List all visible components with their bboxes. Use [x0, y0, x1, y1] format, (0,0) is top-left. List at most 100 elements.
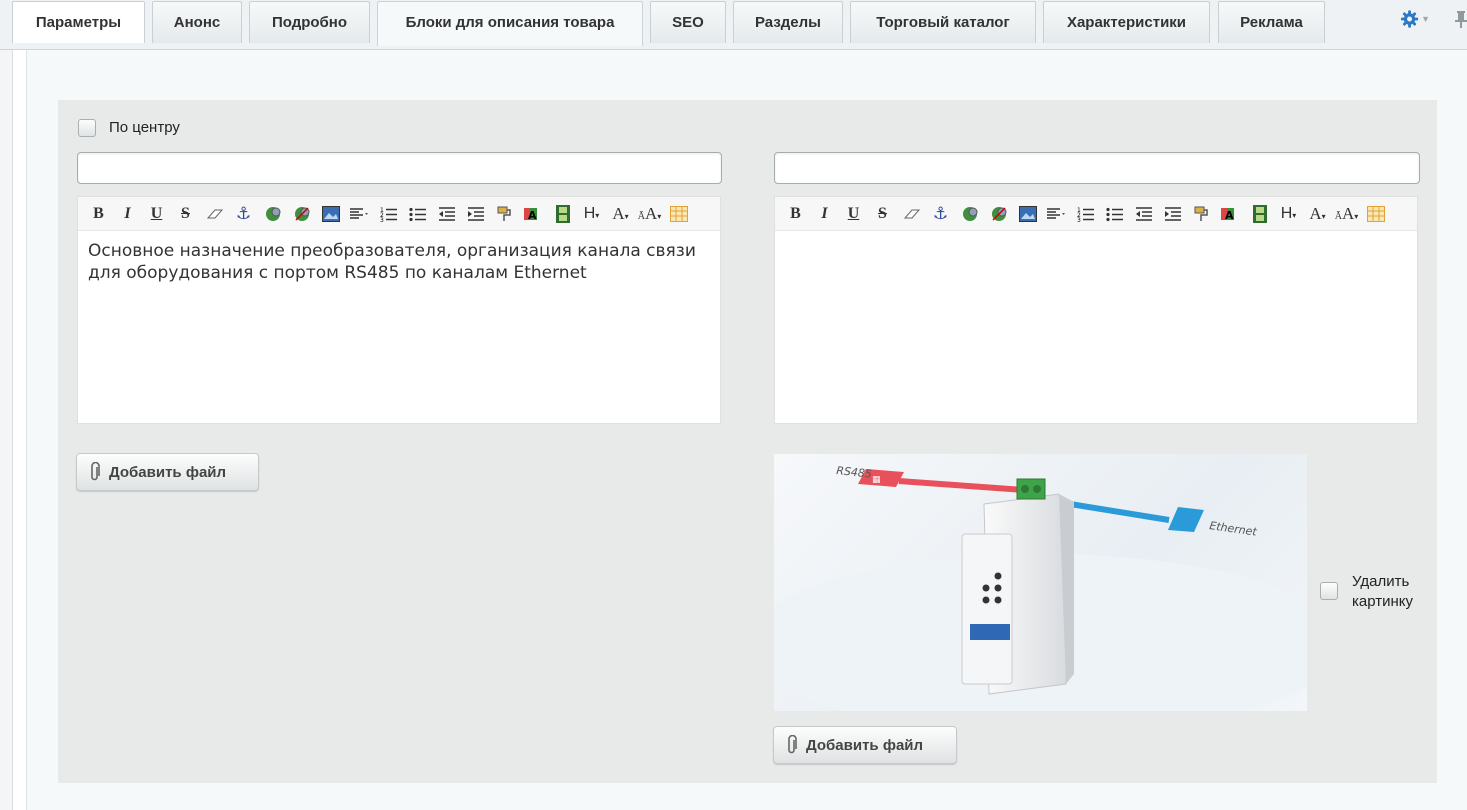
copy-format-button[interactable] — [1187, 202, 1216, 226]
right-editor-toolbar: B I U S ⚓ 123 A H▾ A▾ ĀA▾ — [775, 197, 1417, 231]
insert-image-button[interactable] — [316, 202, 345, 226]
tab-characteristics[interactable]: Характеристики — [1043, 1, 1210, 43]
font-color-button[interactable]: ĀA▾ — [635, 202, 664, 226]
insert-link-button[interactable] — [955, 202, 984, 226]
align-button[interactable] — [345, 202, 374, 226]
indent-button[interactable] — [461, 202, 490, 226]
outdent-button[interactable] — [432, 202, 461, 226]
left-editor: B I U S ⚓ 123 A H▾ A▾ ĀA▾ Основное назна… — [77, 196, 721, 424]
anchor-icon: ⚓ — [932, 203, 949, 223]
heading-icon: H▾ — [583, 204, 600, 222]
table-icon — [1366, 205, 1385, 222]
anchor-button[interactable]: ⚓ — [926, 202, 955, 226]
chevron-down-icon: ▼ — [1421, 14, 1430, 24]
center-checkbox-label: По центру — [109, 119, 180, 136]
ethernet-image-label: Ethernet — [1209, 519, 1259, 539]
settings-button[interactable]: ▼ — [1400, 9, 1430, 29]
font-size-button[interactable]: A▾ — [606, 202, 635, 226]
background-color-button[interactable]: A — [519, 202, 548, 226]
underline-button[interactable]: U — [142, 202, 171, 226]
unordered-list-icon — [1105, 207, 1123, 221]
unordered-list-button[interactable] — [403, 202, 432, 226]
right-add-file-button[interactable]: Добавить файл — [773, 726, 957, 764]
center-checkbox[interactable] — [78, 119, 96, 137]
tab-details[interactable]: Подробно — [249, 1, 370, 43]
eraser-icon — [903, 209, 920, 218]
strikethrough-icon: S — [878, 204, 887, 222]
underline-button[interactable]: U — [839, 202, 868, 226]
background-color-button[interactable]: A — [1216, 202, 1245, 226]
ordered-list-button[interactable]: 123 — [1071, 202, 1100, 226]
italic-button[interactable]: I — [810, 202, 839, 226]
font-color-icon: ĀA▾ — [1334, 203, 1359, 223]
gear-icon — [1400, 10, 1419, 28]
font-color-button[interactable]: ĀA▾ — [1332, 202, 1361, 226]
bold-button[interactable]: B — [781, 202, 810, 226]
left-title-input[interactable] — [77, 152, 722, 184]
right-editor-content[interactable] — [775, 231, 1417, 249]
svg-text:A: A — [1225, 209, 1234, 222]
paperclip-icon — [91, 462, 100, 481]
font-size-icon: A▾ — [612, 203, 629, 223]
remove-format-button[interactable] — [897, 202, 926, 226]
indent-button[interactable] — [1158, 202, 1187, 226]
pin-icon — [1455, 11, 1467, 28]
left-add-file-button[interactable]: Добавить файл — [76, 453, 259, 491]
strikethrough-button[interactable]: S — [171, 202, 200, 226]
tab-advertising[interactable]: Реклама — [1218, 1, 1325, 43]
underline-icon: U — [150, 204, 163, 222]
insert-video-button[interactable] — [1245, 202, 1274, 226]
format-painter-icon — [497, 206, 511, 221]
insert-image-button[interactable] — [1013, 202, 1042, 226]
tab-announce[interactable]: Анонс — [152, 1, 242, 43]
right-title-input[interactable] — [774, 152, 1420, 184]
format-painter-icon — [1194, 206, 1208, 221]
background-color-icon: A — [1220, 207, 1234, 222]
bold-icon: B — [93, 204, 104, 222]
insert-table-button[interactable] — [664, 202, 693, 226]
tab-parameters[interactable]: Параметры — [12, 1, 145, 43]
right-add-file-label: Добавить файл — [806, 736, 924, 754]
anchor-button[interactable]: ⚓ — [229, 202, 258, 226]
tab-product-blocks[interactable]: Блоки для описания товара — [377, 1, 643, 46]
right-editor: B I U S ⚓ 123 A H▾ A▾ ĀA▾ — [774, 196, 1418, 424]
heading-button[interactable]: H▾ — [1274, 202, 1303, 226]
italic-button[interactable]: I — [113, 202, 142, 226]
remove-link-button[interactable] — [287, 202, 316, 226]
left-add-file-label: Добавить файл — [109, 463, 227, 481]
delete-picture-checkbox[interactable] — [1320, 582, 1338, 600]
unordered-list-button[interactable] — [1100, 202, 1129, 226]
background-color-icon: A — [523, 207, 537, 222]
outdent-button[interactable] — [1129, 202, 1158, 226]
strikethrough-button[interactable]: S — [868, 202, 897, 226]
strikethrough-icon: S — [181, 204, 190, 222]
font-size-button[interactable]: A▾ — [1303, 202, 1332, 226]
heading-icon: H▾ — [1280, 204, 1297, 222]
anchor-icon: ⚓ — [235, 203, 252, 223]
delete-picture-label: Удалить картинку — [1352, 573, 1414, 610]
remove-link-button[interactable] — [984, 202, 1013, 226]
copy-format-button[interactable] — [490, 202, 519, 226]
insert-video-button[interactable] — [548, 202, 577, 226]
tab-seo[interactable]: SEO — [650, 1, 726, 43]
insert-link-button[interactable] — [258, 202, 287, 226]
left-editor-content[interactable]: Основное назначение преобразователя, орг… — [78, 231, 720, 293]
bold-button[interactable]: B — [84, 202, 113, 226]
heading-button[interactable]: H▾ — [577, 202, 606, 226]
align-button[interactable] — [1042, 202, 1071, 226]
ordered-list-button[interactable]: 123 — [374, 202, 403, 226]
indent-icon — [467, 206, 484, 221]
outdent-icon — [1135, 206, 1152, 221]
tab-sections[interactable]: Разделы — [733, 1, 843, 43]
product-image: ▦ RS485 Ethernet — [774, 454, 1307, 711]
image-icon — [1018, 205, 1037, 222]
paperclip-icon — [788, 735, 797, 754]
insert-table-button[interactable] — [1361, 202, 1390, 226]
film-icon — [555, 204, 570, 223]
link-icon — [265, 206, 280, 221]
svg-text:A: A — [528, 209, 537, 222]
tab-trade-catalog[interactable]: Торговый каталог — [850, 1, 1036, 43]
remove-format-button[interactable] — [200, 202, 229, 226]
left-editor-toolbar: B I U S ⚓ 123 A H▾ A▾ ĀA▾ — [78, 197, 720, 231]
pin-button[interactable] — [1455, 10, 1467, 30]
